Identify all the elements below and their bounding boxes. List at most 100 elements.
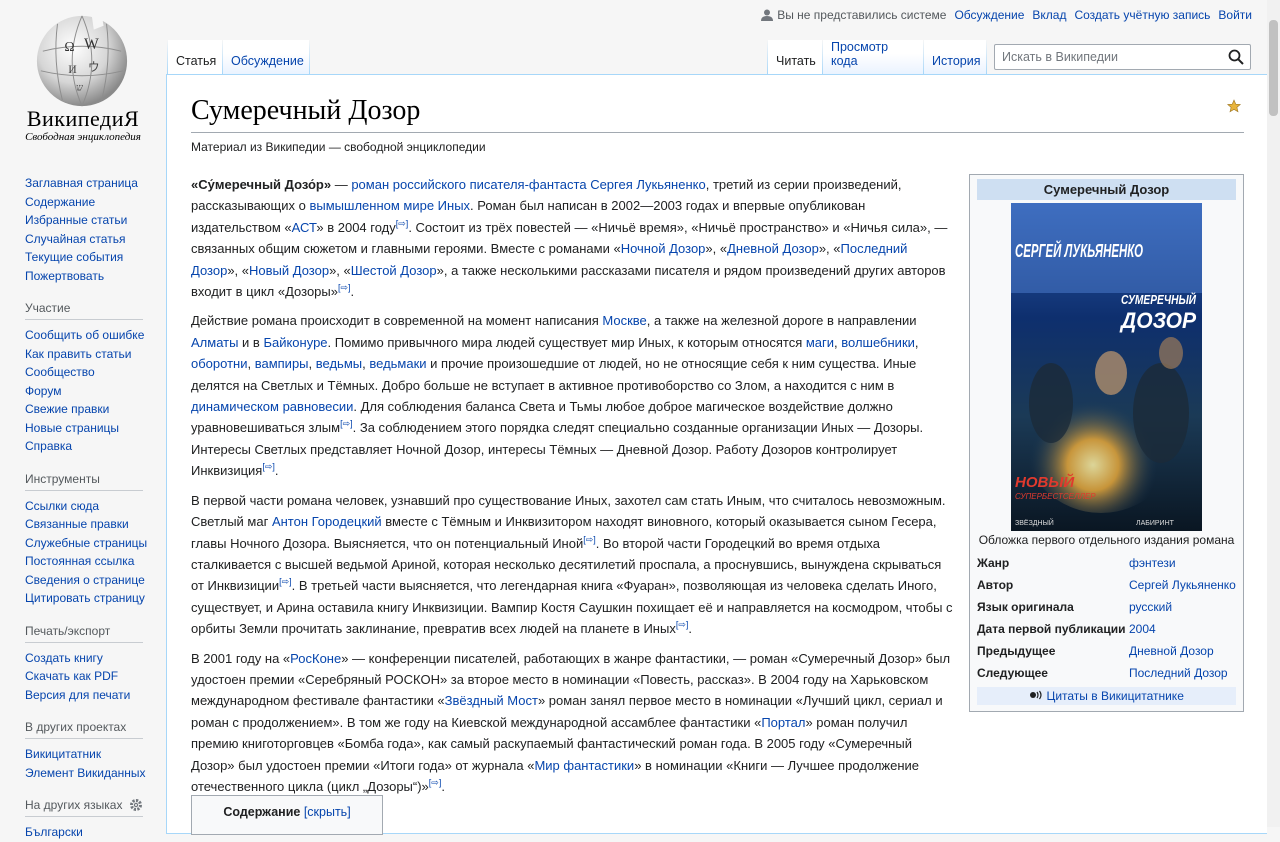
reference-link[interactable]: [⇨] (340, 419, 353, 429)
sidebar-item-forum[interactable]: Форум (25, 384, 61, 398)
link[interactable]: Ночной Дозор (621, 241, 706, 256)
link[interactable]: АСТ (292, 220, 317, 235)
text: В 2001 году на « (191, 650, 291, 666)
reference-link[interactable]: [⇨] (676, 620, 689, 630)
link[interactable]: вымышленном мире Иных (309, 198, 470, 213)
link[interactable]: роман российского писателя-фантаста Серг… (351, 177, 705, 192)
tab-article[interactable]: Статья (168, 40, 222, 74)
text: . Помимо привычного мира людей существуе… (327, 334, 806, 350)
link[interactable]: Дневной Дозор (727, 241, 819, 256)
link[interactable]: оборотни (191, 356, 247, 371)
tab-view-source[interactable]: Просмотр кода (823, 40, 923, 74)
article-body: «Су́меречный Дозо́р» — роман российского… (191, 174, 955, 805)
sidebar-item-wikiquote[interactable]: Викицитатник (25, 747, 101, 761)
tab-read[interactable]: Читать (768, 40, 822, 74)
infobox-value-link[interactable]: Последний Дозор (1129, 666, 1228, 680)
sidebar-item-printable[interactable]: Версия для печати (25, 688, 130, 702)
search-icon[interactable] (1228, 49, 1244, 65)
search-input[interactable]: Искать в Википедии (994, 44, 1251, 70)
reference-link[interactable]: [⇨] (396, 218, 409, 228)
infobox-value-link[interactable]: Сергей Лукьяненко (1129, 578, 1236, 592)
user-icon (761, 9, 774, 21)
link[interactable]: РосКоне (290, 651, 341, 666)
svg-text:W: W (84, 36, 99, 53)
reference-link[interactable]: [⇨] (279, 577, 292, 587)
sidebar-item-cite[interactable]: Цитировать страницу (25, 591, 145, 605)
sidebar-item-random[interactable]: Случайная статья (25, 232, 125, 246)
infobox-value-link[interactable]: Дневной Дозор (1129, 644, 1214, 658)
link[interactable]: маги (806, 335, 834, 350)
sidebar-item-featured[interactable]: Избранные статьи (25, 213, 127, 227)
personal-talk-link[interactable]: Обсуждение (954, 8, 1024, 22)
infobox-table: Жанр фэнтези Автор Сергей Лукьяненко Язык … (977, 552, 1236, 684)
wikipedia-logo[interactable]: Ω W И ウ ש ВикипедиЯ Свободная энциклопед… (0, 0, 166, 160)
reference-link[interactable]: [⇨] (583, 534, 596, 544)
featured-star-icon (1227, 99, 1241, 113)
sidebar-item-how-to-edit[interactable]: Как править статьи (25, 347, 131, 361)
text: », « (329, 262, 351, 278)
link[interactable]: Алматы (191, 335, 238, 350)
gear-icon[interactable] (129, 798, 143, 812)
sidebar-item-what-links-here[interactable]: Ссылки сюда (25, 499, 99, 513)
sidebar-item-community[interactable]: Сообщество (25, 365, 95, 379)
link[interactable]: Звёздный Мост (445, 693, 538, 708)
link[interactable]: вампиры (255, 356, 309, 371)
not-logged-in-text: Вы не представились системе (777, 8, 947, 22)
sidebar-item-related-changes[interactable]: Связанные правки (25, 517, 129, 531)
sidebar-item-help[interactable]: Справка (25, 439, 72, 453)
sidebar-item-lang-bg[interactable]: Български (25, 825, 83, 839)
create-account-link[interactable]: Создать учётную запись (1074, 8, 1210, 22)
tab-talk[interactable]: Обсуждение (223, 40, 309, 74)
link[interactable]: Мир фантастики (534, 758, 634, 773)
sidebar-item-contents[interactable]: Содержание (25, 195, 95, 209)
link[interactable]: Новый Дозор (249, 263, 329, 278)
link[interactable]: Байконуре (263, 335, 327, 350)
sidebar-item-report-error[interactable]: Сообщить об ошибке (25, 328, 144, 342)
reference-link[interactable]: [⇨] (338, 283, 351, 293)
toc-toggle[interactable]: [скрыть] (304, 805, 351, 819)
sidebar-item-permanent-link[interactable]: Постоянная ссылка (25, 554, 134, 568)
link[interactable]: волшебники (841, 335, 915, 350)
wikiquote-link[interactable]: Цитаты в Викицитатнике (1046, 689, 1183, 703)
login-link[interactable]: Войти (1218, 8, 1252, 22)
portal-heading: Печать/экспорт (25, 624, 143, 643)
link[interactable]: ведьмы (316, 356, 362, 371)
reference-link[interactable]: [⇨] (429, 778, 442, 788)
infobox-label: Предыдущее (977, 644, 1056, 658)
infobox-value-link[interactable]: 2004 (1129, 622, 1156, 636)
reference-link[interactable]: [⇨] (262, 462, 275, 472)
link[interactable]: Антон Городецкий (272, 514, 382, 529)
infobox-caption: Обложка первого отдельного издания роман… (978, 533, 1235, 547)
sidebar-item-create-book[interactable]: Создать книгу (25, 651, 103, 665)
text: , а также на железной дороге в направлен… (646, 313, 917, 329)
personal-contributions-link[interactable]: Вклад (1032, 8, 1066, 22)
sidebar-item-new-pages[interactable]: Новые страницы (25, 421, 119, 435)
link[interactable]: Портал (761, 715, 805, 730)
sidebar-item-page-info[interactable]: Сведения о странице (25, 573, 145, 587)
tools-portal: Инструменты Ссылки сюда Связанные правки… (25, 472, 166, 608)
sidebar-item-donate[interactable]: Пожертвовать (25, 269, 104, 283)
scrollbar-thumb[interactable] (1269, 20, 1278, 116)
sidebar-item-recent-changes[interactable]: Свежие правки (25, 402, 109, 416)
cover-author: СЕРГЕЙ ЛУКЬЯНЕНКО (1015, 240, 1143, 261)
navigation-portal: Заглавная страница Содержание Избранные … (25, 174, 166, 285)
link[interactable]: ведьмаки (369, 356, 426, 371)
infobox-value-link[interactable]: фэнтези (1129, 556, 1176, 570)
wikiquote-row: Цитаты в Викицитатнике (977, 687, 1236, 705)
sidebar-item-wikidata[interactable]: Элемент Викиданных (25, 766, 146, 780)
book-cover-image[interactable]: СЕРГЕЙ ЛУКЬЯНЕНКО СУМЕРЕЧНЫЙ ДОЗОР НОВЫЙ… (1011, 203, 1202, 531)
tab-history[interactable]: История (924, 40, 986, 74)
link[interactable]: динамическом равновесии (191, 399, 353, 414)
infobox-label: Дата первой публикации (977, 622, 1126, 636)
infobox-value-link[interactable]: русский (1129, 600, 1172, 614)
text: , (247, 356, 255, 372)
link[interactable]: Москве (602, 313, 646, 328)
link[interactable]: Шестой Дозор (351, 263, 437, 278)
scrollbar[interactable] (1267, 0, 1280, 827)
site-subtitle: Материал из Википедии — свободной энцикл… (191, 140, 486, 154)
sidebar-item-special-pages[interactable]: Служебные страницы (25, 536, 147, 550)
sidebar-item-download-pdf[interactable]: Скачать как PDF (25, 669, 118, 683)
sidebar-item-main-page[interactable]: Заглавная страница (25, 176, 138, 190)
user-status: Вы не представились системе (761, 8, 946, 22)
sidebar-item-current-events[interactable]: Текущие события (25, 250, 123, 264)
